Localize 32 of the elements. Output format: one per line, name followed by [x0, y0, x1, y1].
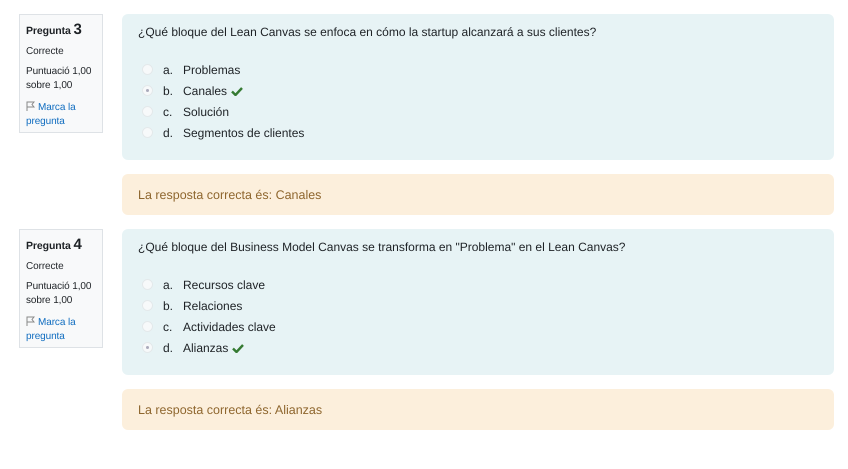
option-label: Solución: [183, 104, 230, 118]
option-label: Alianzas: [183, 340, 228, 354]
flag-question-link[interactable]: Marca la pregunta: [26, 101, 98, 129]
question-grade: Puntuació 1,00 sobre 1,00: [26, 65, 92, 93]
option-letter: d.: [163, 126, 174, 140]
flag-question-link[interactable]: Marca la pregunta: [26, 316, 98, 344]
option-label: Problemas: [183, 62, 240, 76]
flag-icon: [26, 316, 35, 326]
option-label: Segmentos de clientes: [183, 126, 304, 140]
option-label: Canales: [183, 84, 228, 98]
option-letter: b.: [163, 298, 174, 312]
correct-answer-feedback: La resposta correcta és: Alianzas: [122, 389, 834, 430]
option-label: Actividades clave: [183, 320, 276, 334]
question-grade: Puntuació 1,00 sobre 1,00: [26, 280, 92, 308]
radio-button[interactable]: [142, 342, 153, 353]
option-label: Recursos clave: [183, 278, 266, 292]
question-state: Correcte: [26, 261, 65, 272]
radio-button[interactable]: [142, 85, 153, 96]
correct-answer-feedback: La resposta correcta és: Canales: [122, 174, 834, 215]
question-text: ¿Qué bloque del Lean Canvas se enfoca en cómo la startup alcanzará a sus clientes?: [138, 25, 598, 39]
question-number: Pregunta 3: [26, 21, 83, 38]
option-letter: c.: [163, 104, 174, 118]
option-letter: a.: [163, 62, 174, 76]
question-number: Pregunta 4: [26, 236, 83, 253]
question-state: Correcte: [26, 46, 65, 57]
option-letter: d.: [163, 340, 174, 354]
option-letter: a.: [163, 278, 174, 292]
flag-icon: [26, 101, 35, 111]
question-text: ¿Qué bloque del Business Model Canvas se transforma en "Problema" en el Lean Canvas?: [138, 240, 626, 254]
option-letter: b.: [163, 84, 174, 98]
option-letter: c.: [163, 320, 174, 334]
option-label: Relaciones: [183, 298, 242, 312]
